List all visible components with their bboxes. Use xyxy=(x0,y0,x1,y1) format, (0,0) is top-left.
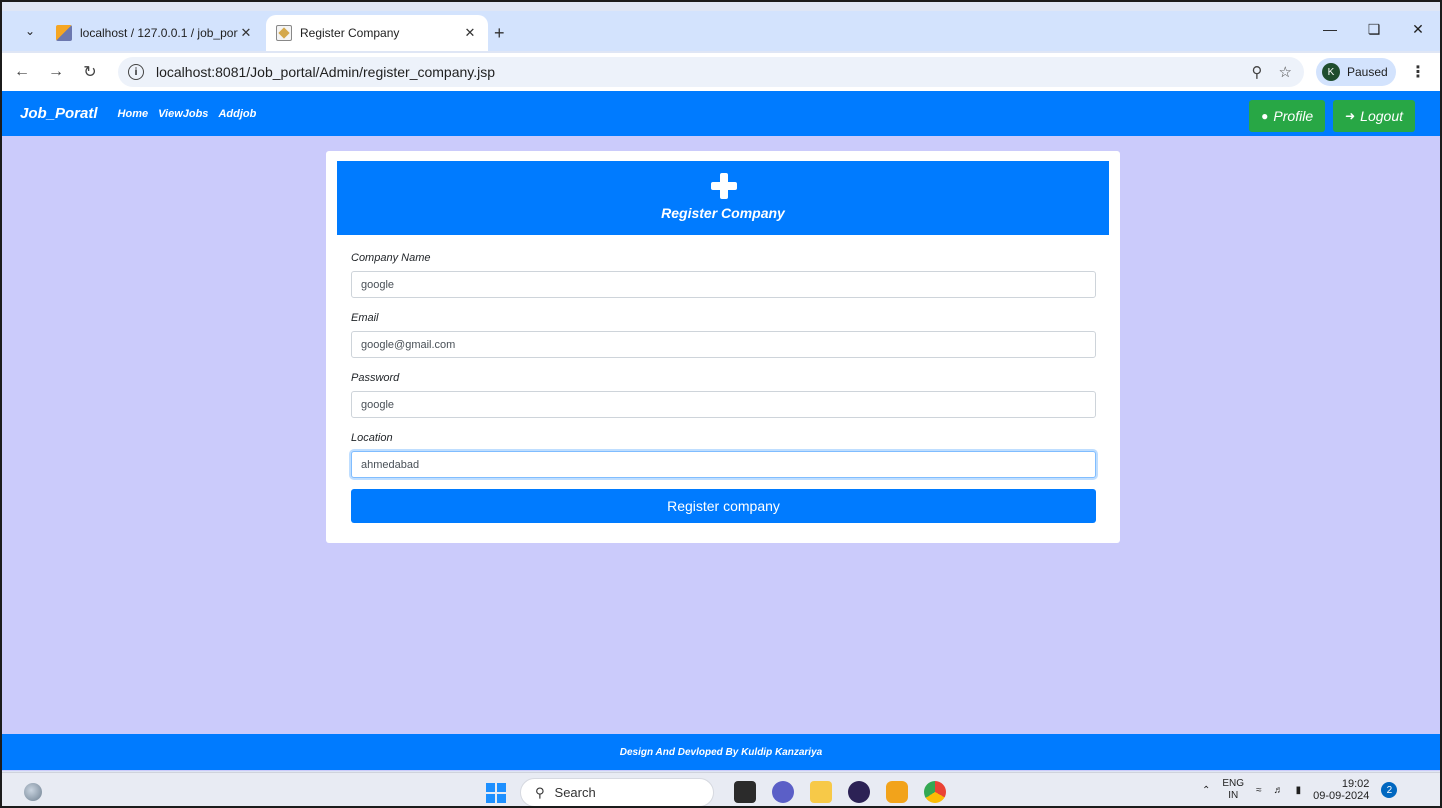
page-title: Register Company xyxy=(661,205,785,221)
taskbar-search-label: Search xyxy=(554,785,596,800)
chevron-up-icon[interactable]: ⌃ xyxy=(1202,785,1210,796)
close-tab-icon[interactable]: ✕ xyxy=(462,25,478,41)
eclipse-icon[interactable] xyxy=(848,781,870,803)
wifi-icon[interactable]: ≈ xyxy=(1256,785,1262,796)
clock-date: 09-09-2024 xyxy=(1313,790,1370,802)
logout-button[interactable]: ➜ Logout xyxy=(1333,100,1415,132)
windows-start-icon[interactable] xyxy=(486,783,506,803)
taskbar-search[interactable]: ⚲ Search xyxy=(520,778,714,806)
company-name-label: Company Name xyxy=(351,252,431,264)
logout-button-label: Logout xyxy=(1360,108,1403,124)
phpmyadmin-favicon-icon xyxy=(56,25,72,41)
new-tab-icon[interactable]: + xyxy=(494,23,505,44)
browser-tab-strip: ⌄ localhost / 127.0.0.1 / job_porta ✕ Re… xyxy=(2,11,1440,51)
browser-tab-phpmyadmin[interactable]: localhost / 127.0.0.1 / job_porta ✕ xyxy=(46,15,264,51)
chrome-icon[interactable] xyxy=(924,781,946,803)
register-company-card: Register Company Company Name Email Pass… xyxy=(326,151,1120,543)
close-tab-icon[interactable]: ✕ xyxy=(238,25,254,41)
browser-profile-button[interactable]: K Paused xyxy=(1316,58,1396,86)
password-label: Password xyxy=(351,372,400,384)
close-window-icon[interactable]: ✕ xyxy=(1396,11,1440,47)
card-header: Register Company xyxy=(337,161,1109,235)
battery-icon[interactable]: ▮ xyxy=(1296,785,1302,796)
zoom-icon[interactable]: ⚲ xyxy=(1252,63,1263,81)
office-icon[interactable] xyxy=(886,781,908,803)
avatar: K xyxy=(1322,63,1340,81)
region-code: IN xyxy=(1228,790,1239,801)
company-name-field[interactable] xyxy=(351,271,1096,298)
restore-icon[interactable]: ❏ xyxy=(1352,11,1396,47)
profile-button-label: Profile xyxy=(1273,108,1314,124)
site-footer: Design And Devloped By Kuldip Kanzariya xyxy=(2,734,1440,770)
tab-title: localhost / 127.0.0.1 / job_porta xyxy=(80,26,238,40)
url-text: localhost:8081/Job_portal/Admin/register… xyxy=(156,64,496,80)
email-label: Email xyxy=(351,312,379,324)
tab-title: Register Company xyxy=(300,26,400,40)
address-bar[interactable]: i localhost:8081/Job_portal/Admin/regist… xyxy=(118,57,1304,87)
location-field[interactable] xyxy=(351,451,1096,478)
footer-credit: Design And Devloped By Kuldip Kanzariya xyxy=(619,746,823,758)
sign-out-icon: ➜ xyxy=(1345,109,1356,123)
os-taskbar: ⚲ Search ⌃ ENG IN ≈ ♬ ▮ 19:02 09-09-2024… xyxy=(2,772,1440,806)
site-navbar: Job_Poratl Home ViewJobs Addjob ● Profil… xyxy=(2,91,1440,136)
clock[interactable]: 19:02 09-09-2024 xyxy=(1313,778,1369,802)
user-icon: ● xyxy=(1261,109,1269,123)
plus-icon xyxy=(711,173,737,199)
task-view-icon[interactable] xyxy=(734,781,756,803)
volume-icon[interactable]: ♬ xyxy=(1274,785,1284,796)
browser-toolbar: ← → ↻ i localhost:8081/Job_portal/Admin/… xyxy=(2,53,1440,91)
nav-link-home[interactable]: Home xyxy=(118,108,149,120)
site-info-icon[interactable]: i xyxy=(128,64,144,80)
notification-badge[interactable]: 2 xyxy=(1381,782,1398,798)
browser-tab-register-company[interactable]: Register Company ✕ xyxy=(266,15,488,51)
nav-link-viewjobs[interactable]: ViewJobs xyxy=(158,108,208,120)
clock-time: 19:02 xyxy=(1341,778,1370,790)
reload-icon[interactable]: ↻ xyxy=(76,62,104,82)
bookmark-star-icon[interactable]: ☆ xyxy=(1279,63,1292,81)
forward-icon[interactable]: → xyxy=(42,63,70,81)
page-favicon-icon xyxy=(276,25,292,41)
file-explorer-icon[interactable] xyxy=(810,781,832,803)
window-controls: — ❏ ✕ xyxy=(1308,11,1440,51)
screen: ⌄ localhost / 127.0.0.1 / job_porta ✕ Re… xyxy=(0,0,1442,808)
language-indicator[interactable]: ENG IN xyxy=(1222,778,1244,802)
site-brand[interactable]: Job_Poratl xyxy=(20,105,98,122)
password-field[interactable] xyxy=(351,391,1096,418)
weather-widget-icon[interactable] xyxy=(24,783,42,801)
location-label: Location xyxy=(351,432,393,444)
email-field[interactable] xyxy=(351,331,1096,358)
profile-status: Paused xyxy=(1347,65,1388,79)
language-code: ENG xyxy=(1222,778,1245,789)
minimize-icon[interactable]: — xyxy=(1308,11,1352,47)
tab-search-dropdown-icon[interactable]: ⌄ xyxy=(16,17,44,45)
back-icon[interactable]: ← xyxy=(8,63,36,81)
browser-menu-icon[interactable]: ⋮ xyxy=(1410,62,1426,82)
register-company-button[interactable]: Register company xyxy=(351,489,1096,523)
profile-button[interactable]: ● Profile xyxy=(1249,100,1326,132)
web-page: Job_Poratl Home ViewJobs Addjob ● Profil… xyxy=(2,91,1440,771)
teams-chat-icon[interactable] xyxy=(772,781,794,803)
search-icon: ⚲ xyxy=(535,784,545,800)
system-tray: ⌃ ENG IN ≈ ♬ ▮ 19:02 09-09-2024 2 xyxy=(1202,778,1398,802)
nav-link-addjob[interactable]: Addjob xyxy=(218,108,256,120)
